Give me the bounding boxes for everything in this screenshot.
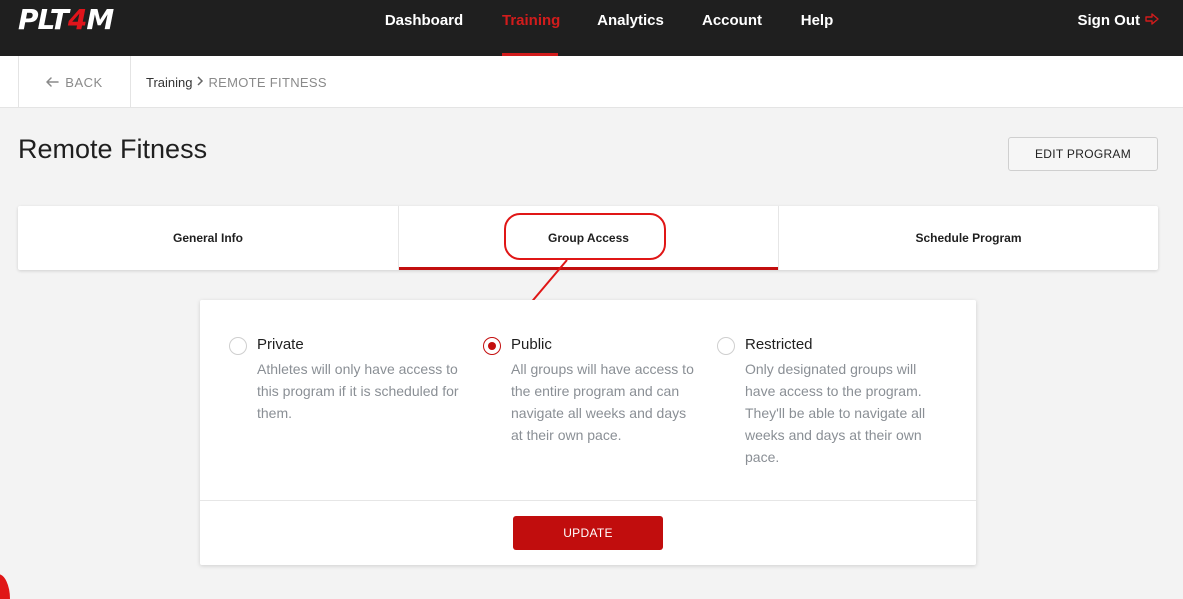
nav-training[interactable]: Training <box>502 0 560 56</box>
breadcrumb-bar: BACK Training REMOTE FITNESS <box>0 56 1183 108</box>
breadcrumb-training[interactable]: Training <box>146 75 192 90</box>
private-radio[interactable] <box>229 337 247 355</box>
option-title: Private <box>257 336 304 353</box>
chat-widget-icon[interactable] <box>0 574 10 599</box>
back-label: BACK <box>65 74 103 90</box>
breadcrumb: Training REMOTE FITNESS <box>146 56 327 108</box>
nav-analytics[interactable]: Analytics <box>597 0 664 56</box>
sign-out-icon <box>1145 0 1159 42</box>
edit-program-button[interactable]: EDIT PROGRAM <box>1008 137 1158 171</box>
breadcrumb-current: REMOTE FITNESS <box>208 74 327 90</box>
sign-out-label: Sign Out <box>1077 12 1141 29</box>
option-description: Only designated groups will have access … <box>745 361 926 465</box>
chevron-right-icon <box>196 75 204 89</box>
logo-text-prefix: PLT <box>18 2 69 36</box>
tab-schedule-program[interactable]: Schedule Program <box>778 206 1158 270</box>
back-button[interactable]: BACK <box>18 56 131 108</box>
sign-out-link[interactable]: Sign Out <box>1078 0 1160 42</box>
top-nav-bar: PLT 4 M Dashboard Training Analytics Accou… <box>0 0 1183 56</box>
divider <box>200 500 976 501</box>
arrow-left-icon <box>46 75 60 90</box>
page-title: Remote Fitness <box>18 134 208 164</box>
tab-group-access[interactable]: Group Access <box>398 206 778 270</box>
logo-text-suffix: M <box>86 2 114 36</box>
option-title: Public <box>511 336 552 353</box>
nav-account[interactable]: Account <box>702 0 762 56</box>
plt4m-logo[interactable]: PLT 4 M <box>18 2 114 36</box>
option-description: Athletes will only have access to this p… <box>257 361 459 421</box>
update-button[interactable]: UPDATE <box>513 516 663 550</box>
program-tabs: General Info Group Access Schedule Progr… <box>18 206 1158 270</box>
restricted-radio[interactable] <box>717 337 735 355</box>
nav-help[interactable]: Help <box>800 0 834 56</box>
group-access-card: Private Athletes will only have access t… <box>200 300 976 565</box>
option-description: All groups will have access to the entir… <box>511 361 694 443</box>
logo-text-highlight: 4 <box>67 2 88 36</box>
option-title: Restricted <box>745 336 813 353</box>
nav-dashboard[interactable]: Dashboard <box>384 0 464 56</box>
public-radio[interactable] <box>483 337 501 355</box>
tab-general-info[interactable]: General Info <box>18 206 398 270</box>
